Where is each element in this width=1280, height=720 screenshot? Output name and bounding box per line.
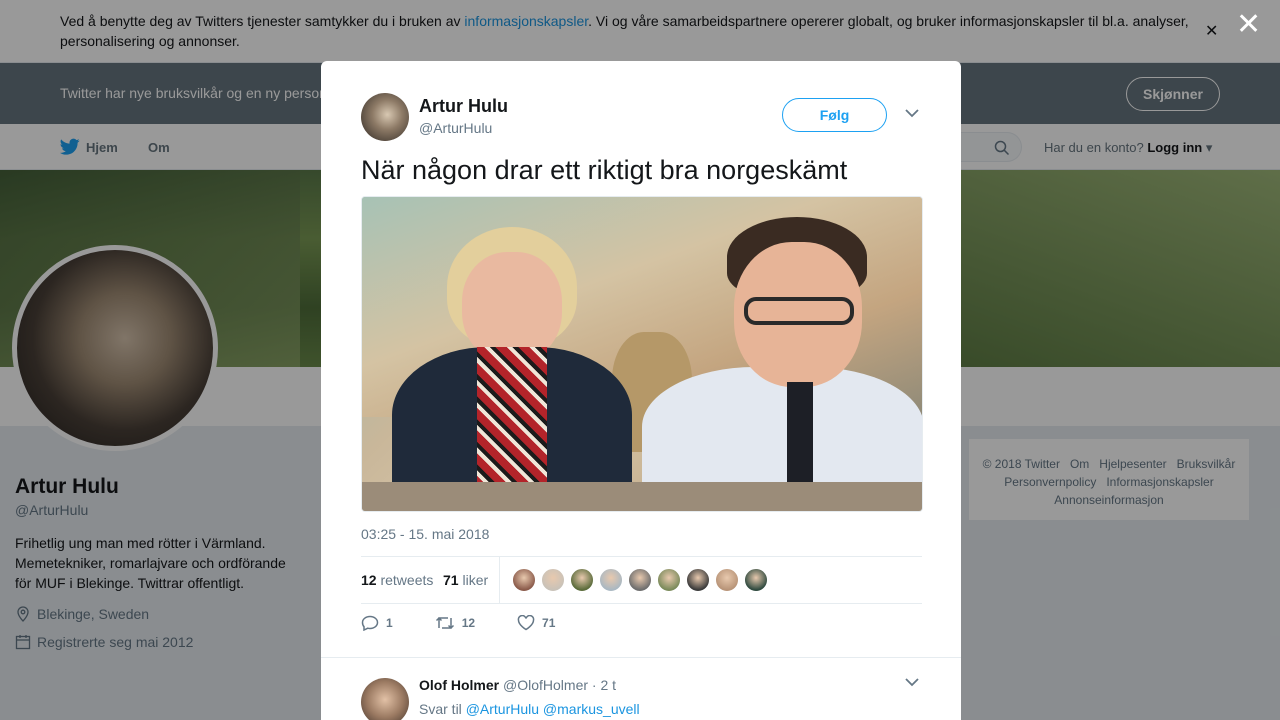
chevron-down-icon[interactable]	[905, 677, 919, 687]
like-count[interactable]: 71 liker	[443, 572, 488, 588]
retweet-icon	[435, 616, 454, 630]
tweet-author-name[interactable]: Artur Hulu	[419, 96, 508, 117]
reply-author-handle[interactable]: @OlofHolmer	[503, 677, 588, 693]
chevron-down-icon[interactable]	[905, 108, 919, 118]
reply-author-name[interactable]: Olof Holmer	[419, 677, 499, 693]
reply-icon	[361, 615, 379, 631]
retweet-count[interactable]: 12 retweets	[361, 572, 433, 588]
liker-avatar[interactable]	[628, 568, 652, 592]
retweet-button[interactable]: 12	[435, 615, 475, 631]
liker-avatar[interactable]	[657, 568, 681, 592]
tweet-timestamp[interactable]: 03:25 - 15. mai 2018	[361, 526, 489, 542]
close-icon[interactable]: ✕	[1236, 10, 1261, 40]
reply-to-line: Svar til @ArturHulu @markus_uvell	[419, 701, 640, 717]
likers-avatars	[512, 568, 768, 592]
tweet-author-avatar[interactable]	[361, 93, 409, 141]
reply-mentions[interactable]: @ArturHulu @markus_uvell	[466, 701, 640, 717]
reply-time[interactable]: · 2 t	[592, 677, 616, 693]
liker-avatar[interactable]	[715, 568, 739, 592]
tweet-stats: 12 retweets 71 liker	[361, 556, 922, 604]
tweet-text: När någon drar ett riktigt bra norgeskäm…	[361, 155, 848, 185]
reply-button[interactable]: 1	[361, 615, 393, 631]
liker-avatar[interactable]	[570, 568, 594, 592]
tweet-author-handle[interactable]: @ArturHulu	[419, 120, 492, 136]
reply-tweet[interactable]: Olof Holmer @OlofHolmer · 2 t Svar til @…	[321, 657, 961, 720]
liker-avatar[interactable]	[599, 568, 623, 592]
liker-avatar[interactable]	[541, 568, 565, 592]
liker-avatar[interactable]	[744, 568, 768, 592]
follow-button[interactable]: Følg	[782, 98, 887, 132]
liker-avatar[interactable]	[512, 568, 536, 592]
liker-avatar[interactable]	[686, 568, 710, 592]
tweet-photo[interactable]	[361, 196, 923, 512]
heart-icon	[517, 615, 535, 631]
like-button[interactable]: 71	[517, 615, 555, 631]
tweet-actions: 1 12 71	[361, 615, 555, 631]
reply-header: Olof Holmer @OlofHolmer · 2 t	[419, 677, 616, 693]
reply-author-avatar[interactable]	[361, 678, 409, 720]
tweet-modal: Artur Hulu @ArturHulu Følg När någon dra…	[321, 61, 961, 720]
